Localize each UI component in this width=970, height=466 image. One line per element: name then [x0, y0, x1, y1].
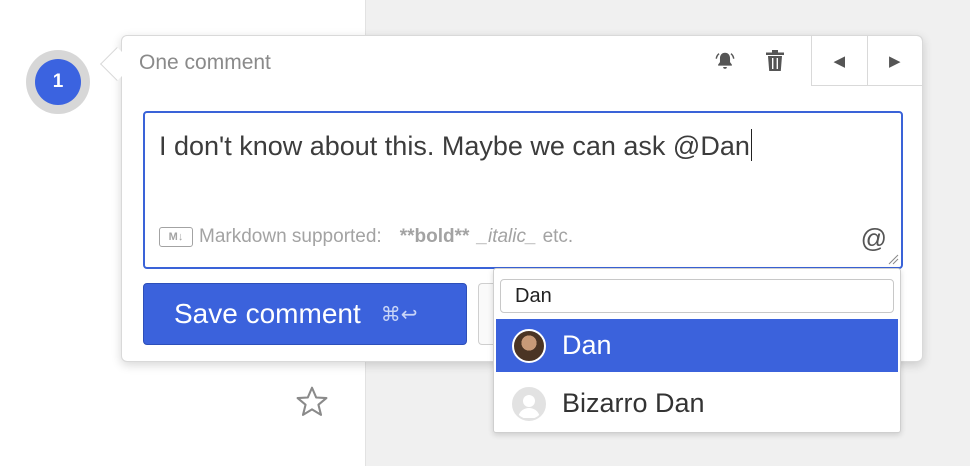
markdown-etc: etc.	[542, 226, 574, 247]
markdown-bold-example: **bold**	[399, 226, 470, 247]
mention-search-input[interactable]	[500, 279, 894, 313]
markdown-icon: M↓	[159, 227, 193, 247]
marker-number[interactable]: 1	[35, 59, 81, 105]
resize-handle-icon[interactable]	[887, 253, 899, 265]
comment-count-title: One comment	[139, 51, 271, 74]
comment-navigation: ◀ ▶	[811, 35, 923, 86]
bell-icon[interactable]	[710, 46, 740, 76]
save-comment-button[interactable]: Save comment ⌘↩	[143, 283, 467, 345]
save-shortcut-hint: ⌘↩	[380, 303, 418, 326]
mention-at-icon[interactable]: @	[861, 223, 887, 254]
avatar	[512, 328, 546, 363]
comment-marker[interactable]: 1	[26, 50, 96, 114]
markdown-label: Markdown supported:	[199, 226, 382, 247]
star-icon[interactable]	[294, 384, 330, 420]
markdown-hint: M↓ Markdown supported: **bold** _italic_…	[159, 226, 573, 248]
comment-textarea[interactable]: I don't know about this. Maybe we can as…	[143, 111, 903, 269]
trash-icon[interactable]	[760, 46, 790, 76]
save-comment-label: Save comment	[174, 298, 361, 329]
mention-option-name: Dan	[562, 330, 612, 360]
next-comment-button[interactable]: ▶	[866, 36, 923, 85]
previous-comment-button[interactable]: ◀	[812, 36, 867, 85]
mention-option-name: Bizarro Dan	[562, 388, 705, 418]
mention-dropdown: Dan Bizarro Dan	[493, 268, 901, 433]
avatar	[512, 386, 546, 421]
mention-option-bizarro-dan[interactable]: Bizarro Dan	[496, 377, 898, 430]
popover-header: One comment ◀ ▶	[122, 35, 923, 86]
mention-option-dan[interactable]: Dan	[496, 319, 898, 372]
comment-text-value: I don't know about this. Maybe we can as…	[159, 131, 750, 161]
text-caret	[750, 129, 752, 161]
comment-text[interactable]: I don't know about this. Maybe we can as…	[159, 129, 752, 162]
markdown-italic-example: _italic_	[477, 226, 537, 247]
